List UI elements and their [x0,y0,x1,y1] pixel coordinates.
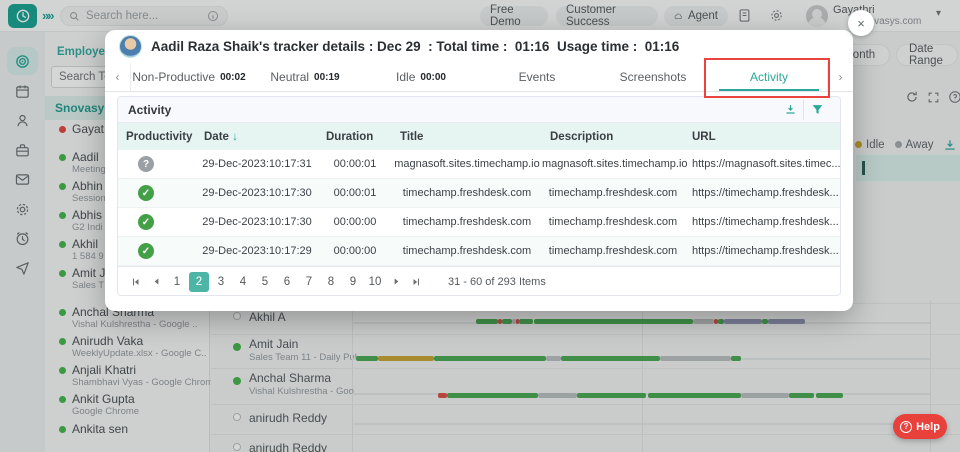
page-number[interactable]: 5 [255,272,275,292]
tab-neutral[interactable]: Neutral 00:19 [247,63,363,91]
productivity-unknown-icon: ? [138,156,154,172]
modal-header: Aadil Raza Shaik's tracker details : Dec… [105,30,853,63]
first-page-icon[interactable] [126,272,146,292]
pagination-bar: 1 2 3 4 5 6 7 8 9 10 31 - 60 of 293 Item… [118,266,840,295]
col-description: Description [550,130,614,143]
help-button[interactable]: ? Help [893,414,947,439]
total-time-value: 01:16 [514,39,550,54]
productivity-productive-icon: ✓ [138,243,154,259]
productivity-productive-icon: ✓ [138,214,154,230]
page-number[interactable]: 9 [343,272,363,292]
activity-panel: Activity Productivity Date ↓ Duration Ti… [117,96,841,296]
page-number[interactable]: 6 [277,272,297,292]
employee-avatar [119,35,142,58]
tab-screenshots[interactable]: Screenshots [595,63,711,91]
page-number[interactable]: 3 [211,272,231,292]
page-number[interactable]: 7 [299,272,319,292]
col-duration: Duration [326,130,374,143]
tab-non-productive[interactable]: Non-Productive 00:02 [131,63,247,91]
pagination-summary: 31 - 60 of 293 Items [448,275,546,288]
table-row[interactable]: ✓ 29-Dec-2023:10:17:29 00:00:00 timecham… [118,237,840,266]
page-number[interactable]: 1 [167,272,187,292]
tab-idle[interactable]: Idle 00:00 [363,63,479,91]
productivity-productive-icon: ✓ [138,185,154,201]
activity-panel-header: Activity [118,97,840,123]
tab-activity[interactable]: Activity [711,63,827,91]
url-link[interactable]: https://timechamp.freshdesk... [684,216,840,228]
export-table-icon[interactable] [778,99,804,120]
modal-title: Aadil Raza Shaik's tracker details : Dec… [151,39,680,54]
table-row[interactable]: ? 29-Dec-2023:10:17:31 00:00:01 magnasof… [118,150,840,179]
last-page-icon[interactable] [406,272,426,292]
url-link[interactable]: https://magnasoft.sites.timec... [684,158,840,170]
col-url: URL [692,130,716,143]
usage-time-value: 01:16 [644,39,680,54]
page-number[interactable]: 8 [321,272,341,292]
sort-desc-icon[interactable]: ↓ [232,131,238,143]
table-row[interactable]: ✓ 29-Dec-2023:10:17:30 00:00:01 timecham… [118,179,840,208]
table-header-row: Productivity Date ↓ Duration Title Descr… [118,123,840,150]
url-link[interactable]: https://timechamp.freshdesk... [684,187,840,199]
modal-tab-bar: ‹ Non-Productive 00:02 Neutral 00:19 Idle 0… [105,63,853,92]
page-number-active[interactable]: 2 [189,271,209,292]
page-number[interactable]: 4 [233,272,253,292]
col-title: Title [400,130,424,143]
col-date[interactable]: Date ↓ [196,131,318,143]
prev-page-icon[interactable] [146,272,166,292]
app-root: »» Search here... Free Demo Customer Suc… [0,0,960,452]
filter-icon[interactable] [804,100,830,120]
help-question-icon: ? [900,420,913,433]
table-row[interactable]: ✓ 29-Dec-2023:10:17:30 00:00:00 timecham… [118,208,840,237]
activity-panel-title: Activity [128,102,172,117]
tab-events[interactable]: Events [479,63,595,91]
tabs-scroll-right-icon[interactable]: › [827,63,853,91]
col-productivity: Productivity [126,130,193,143]
next-page-icon[interactable] [386,272,406,292]
tracker-details-modal: × Aadil Raza Shaik's tracker details : D… [105,10,874,311]
page-number[interactable]: 10 [365,272,385,292]
tabs-scroll-left-icon[interactable]: ‹ [105,63,131,91]
url-link[interactable]: https://timechamp.freshdesk... [684,245,840,257]
